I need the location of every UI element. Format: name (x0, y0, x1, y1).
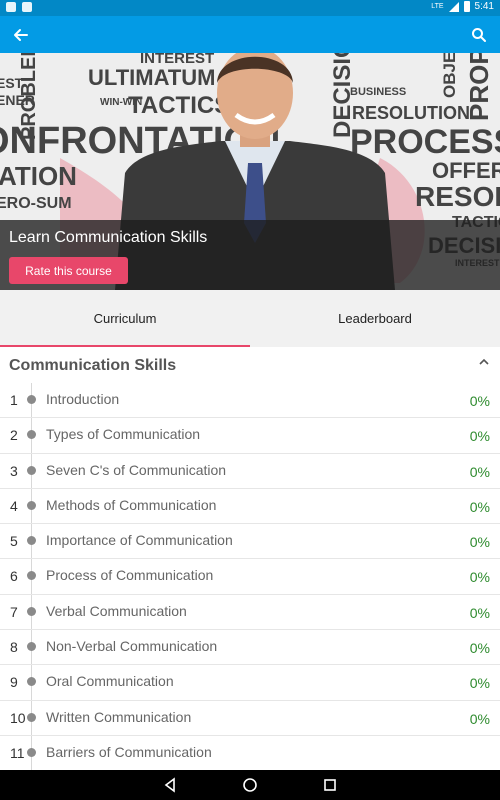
lesson-item[interactable]: 8 Non-Verbal Communication 0% (0, 630, 500, 666)
lesson-dot-icon (27, 465, 36, 475)
rate-course-button[interactable]: Rate this course (9, 257, 128, 284)
lesson-title: Methods of Communication (46, 496, 217, 513)
lesson-progress: 0% (469, 534, 490, 551)
signal-icon (448, 1, 459, 12)
search-icon[interactable] (466, 22, 492, 48)
nav-recents-icon[interactable] (320, 775, 340, 795)
lesson-number: 2 (10, 427, 18, 444)
section-header[interactable]: Communication Skills (0, 347, 500, 383)
nav-back-icon[interactable] (160, 775, 180, 795)
lesson-title: Non-Verbal Communication (46, 638, 218, 655)
banner-word: PROPOSAL (464, 53, 494, 121)
lesson-dot-icon (27, 500, 36, 510)
lesson-title: Verbal Communication (46, 602, 187, 619)
lesson-progress: 0% (469, 393, 490, 409)
lesson-dot-icon (27, 430, 36, 440)
lesson-dot-icon (27, 747, 36, 757)
lesson-dot-icon (27, 536, 36, 546)
banner-word: PROCESS (350, 123, 500, 161)
section-title: Communication Skills (9, 357, 177, 374)
lesson-number: 6 (10, 568, 18, 585)
banner-word: EST (0, 75, 24, 91)
lesson-item[interactable]: 9 Oral Communication 0% (0, 665, 500, 701)
banner-word: ATION (0, 161, 77, 191)
tab-curriculum[interactable]: Curriculum (0, 290, 250, 347)
lesson-number: 11 (10, 744, 25, 761)
lesson-title: Types of Communication (46, 426, 201, 443)
lesson-title: Seven C's of Communication (46, 461, 227, 478)
lesson-item[interactable]: 5 Importance of Communication 0% (0, 524, 500, 560)
lesson-list: 1 Introduction 0% 2 Types of Communicati… (0, 383, 500, 770)
course-title: Learn Communication Skills (9, 229, 208, 246)
battery-icon (463, 1, 470, 12)
lesson-progress: 0% (469, 569, 490, 586)
lesson-item[interactable]: 1 Introduction 0% (0, 383, 500, 419)
lesson-dot-icon (27, 642, 36, 652)
system-nav-bar (0, 770, 500, 800)
lesson-number: 3 (10, 462, 18, 479)
lesson-dot-icon (27, 571, 36, 581)
lesson-dot-icon (27, 395, 36, 404)
lesson-number: 1 (10, 392, 18, 408)
lesson-item[interactable]: 2 Types of Communication 0% (0, 418, 500, 454)
lesson-item[interactable]: 7 Verbal Communication 0% (0, 595, 500, 631)
lesson-item[interactable]: 6 Process of Communication 0% (0, 559, 500, 595)
lesson-dot-icon (27, 712, 36, 722)
tab-bar: Curriculum Leaderboard (0, 290, 500, 347)
tab-leaderboard[interactable]: Leaderboard (250, 290, 500, 347)
lesson-number: 4 (10, 497, 18, 514)
lesson-dot-icon (27, 677, 36, 687)
lesson-progress: 0% (469, 463, 490, 480)
lesson-item[interactable]: 4 Methods of Communication 0% (0, 489, 500, 525)
banner-word: OBJECTIVE (440, 53, 459, 98)
banner-word: BUSINESS (350, 86, 406, 98)
lesson-title: Written Communication (46, 708, 192, 725)
lesson-item[interactable]: 11 Barriers of Communication (0, 736, 500, 770)
banner-word: ULTIMATUM (88, 65, 215, 90)
lesson-number: 5 (10, 533, 18, 550)
notification-android-icon (22, 2, 32, 12)
lesson-title: Oral Communication (46, 673, 174, 690)
lesson-dot-icon (27, 606, 36, 616)
lesson-item[interactable]: 3 Seven C's of Communication 0% (0, 454, 500, 489)
lesson-number: 8 (10, 639, 18, 656)
lesson-title: Process of Communication (46, 567, 214, 584)
lesson-progress: 0% (469, 640, 490, 657)
lesson-number: 7 (10, 603, 18, 620)
notification-image-icon (6, 2, 16, 12)
lesson-number: 10 (10, 709, 26, 726)
lesson-progress: 0% (469, 604, 490, 621)
lesson-progress: 0% (469, 675, 490, 692)
lesson-title: Barriers of Communication (46, 743, 212, 760)
banner-word: DECISION (329, 53, 356, 138)
lesson-title: Introduction (46, 391, 120, 407)
nav-home-icon[interactable] (240, 775, 260, 795)
banner-word: ERO-SUM (0, 195, 72, 212)
course-banner: INTEREST PROBLEM ULTIMATUM WIN-WIN TACTI… (0, 53, 500, 290)
arrow-back-icon[interactable] (8, 22, 34, 48)
status-time: 5:41 (474, 1, 494, 12)
banner-word: ENER (0, 92, 35, 108)
status-bar: LTE 5:41 (0, 0, 500, 16)
lesson-progress: 0% (469, 710, 490, 727)
chevron-up-icon[interactable] (478, 357, 490, 369)
lesson-progress: 0% (469, 428, 490, 445)
app-bar (0, 16, 500, 53)
lesson-progress: 0% (469, 498, 490, 515)
lesson-item[interactable]: 10 Written Communication 0% (0, 701, 500, 736)
lesson-number: 9 (10, 674, 18, 691)
banner-word: TACTICS (128, 92, 230, 119)
banner-word: RESOLUTION (352, 103, 470, 123)
banner-word: OFFER (432, 158, 500, 183)
banner-word: RESOLUTION (415, 181, 500, 212)
lesson-title: Importance of Communication (46, 532, 233, 549)
network-type: LTE (431, 3, 444, 10)
